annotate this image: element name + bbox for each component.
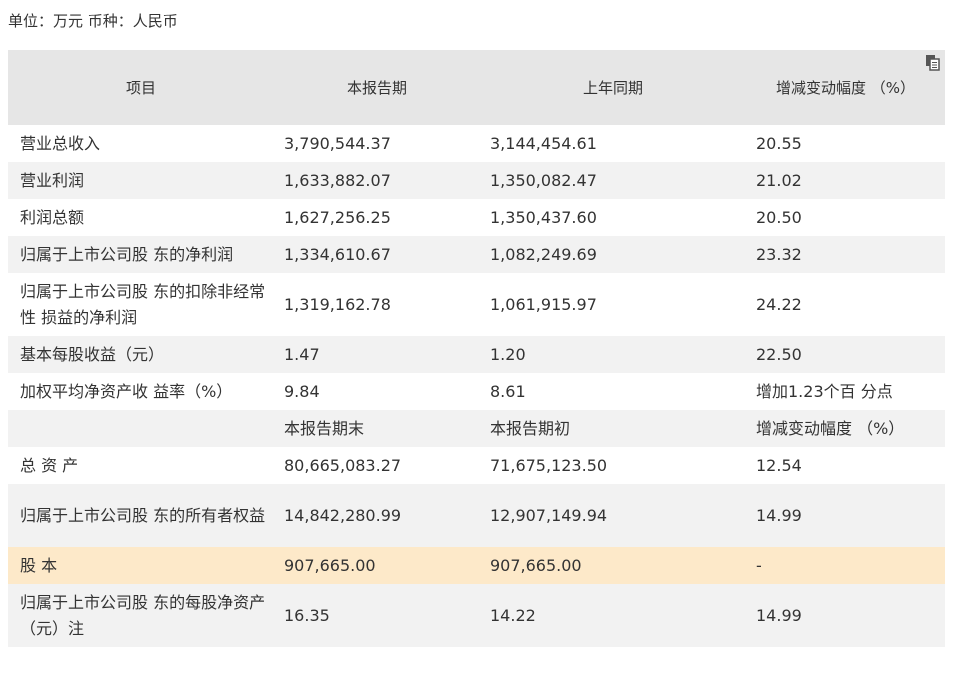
cell-item: 归属于上市公司股 东的净利润 (20, 244, 234, 264)
cell-current: 1.47 (284, 344, 320, 364)
cell-change: - (756, 555, 762, 575)
cell-current: 80,665,083.27 (284, 455, 402, 475)
cell-current: 9.84 (284, 381, 320, 401)
cell-change: 增加1.23个百 分点 (756, 381, 893, 401)
cell-current: 3,790,544.37 (284, 133, 391, 153)
header-item: 项目 (125, 79, 156, 97)
table-row: 营业利润 1,633,882.07 1,350,082.47 21.02 (8, 162, 945, 199)
cell-change: 20.55 (756, 133, 802, 153)
cell-current: 本报告期末 (284, 418, 365, 438)
table-row: 利润总额 1,627,256.25 1,350,437.60 20.50 (8, 199, 945, 236)
cell-current: 907,665.00 (284, 555, 376, 575)
cell-previous: 1,350,082.47 (490, 170, 597, 190)
cell-previous: 1,061,915.97 (490, 294, 597, 314)
cell-change: 22.50 (756, 344, 802, 364)
cell-item: 股 本 (20, 555, 58, 575)
cell-item: 营业总收入 (20, 133, 101, 153)
table-row: 营业总收入 3,790,544.37 3,144,454.61 20.55 (8, 125, 945, 162)
cell-change: 20.50 (756, 207, 802, 227)
cell-item: 归属于上市公司股 东的所有者权益 (20, 505, 266, 525)
cell-item: 总 资 产 (20, 455, 79, 475)
cell-change: 23.32 (756, 244, 802, 264)
cell-change: 14.99 (756, 605, 802, 625)
table-row: 加权平均净资产收 益率（%） 9.84 8.61 增加1.23个百 分点 (8, 373, 945, 410)
table-header: 项目 本报告期 上年同期 增减变动幅度 （%） (8, 50, 945, 125)
cell-item: 归属于上市公司股 东的每股净资产 （元）注 (20, 592, 266, 638)
cell-item: 基本每股收益（元） (20, 344, 165, 364)
cell-current: 1,633,882.07 (284, 170, 391, 190)
cell-previous: 8.61 (490, 381, 526, 401)
cell-change: 21.02 (756, 170, 802, 190)
table-row: 归属于上市公司股 东的所有者权益 14,842,280.99 12,907,14… (8, 484, 945, 547)
cell-previous: 14.22 (490, 605, 536, 625)
table-row: 总 资 产 80,665,083.27 71,675,123.50 12.54 (8, 447, 945, 484)
cell-previous: 3,144,454.61 (490, 133, 597, 153)
cell-previous: 1,350,437.60 (490, 207, 597, 227)
cell-current: 16.35 (284, 605, 330, 625)
cell-current: 14,842,280.99 (284, 505, 402, 525)
cell-item: 加权平均净资产收 益率（%） (20, 381, 233, 401)
table-row: 归属于上市公司股 东的每股净资产 （元）注 16.35 14.22 14.99 (8, 584, 945, 647)
cell-previous: 1,082,249.69 (490, 244, 597, 264)
cell-item: 营业利润 (20, 170, 85, 190)
cell-change: 14.99 (756, 505, 802, 525)
cell-current: 1,319,162.78 (284, 294, 391, 314)
cell-current: 1,627,256.25 (284, 207, 391, 227)
cell-previous: 71,675,123.50 (490, 455, 608, 475)
table-row: 归属于上市公司股 东的净利润 1,334,610.67 1,082,249.69… (8, 236, 945, 273)
cell-item: 利润总额 (20, 207, 85, 227)
copy-icon[interactable] (925, 54, 941, 72)
cell-previous: 907,665.00 (490, 555, 582, 575)
cell-change: 24.22 (756, 294, 802, 314)
header-previous: 上年同期 (582, 79, 643, 97)
financial-table: 项目 本报告期 上年同期 增减变动幅度 （%） 营业总收入 3,790,544.… (8, 50, 945, 647)
cell-change: 增减变动幅度 （%） (756, 418, 905, 438)
table-row: 基本每股收益（元） 1.47 1.20 22.50 (8, 336, 945, 373)
cell-previous: 1.20 (490, 344, 526, 364)
table-row: 归属于上市公司股 东的扣除非经常性 损益的净利润 1,319,162.78 1,… (8, 273, 945, 336)
cell-previous: 12,907,149.94 (490, 505, 608, 525)
header-current: 本报告期 (346, 79, 407, 97)
header-change: 增减变动幅度 （%） (775, 79, 916, 97)
cell-current: 1,334,610.67 (284, 244, 391, 264)
cell-previous: 本报告期初 (490, 418, 571, 438)
cell-change: 12.54 (756, 455, 802, 475)
table-subheader-row: 本报告期末 本报告期初 增减变动幅度 （%） (8, 410, 945, 447)
unit-label: 单位：万元 币种：人民币 (8, 12, 178, 30)
table-row-highlighted: 股 本 907,665.00 907,665.00 - (8, 547, 945, 584)
cell-item: 归属于上市公司股 东的扣除非经常性 损益的净利润 (20, 281, 266, 327)
